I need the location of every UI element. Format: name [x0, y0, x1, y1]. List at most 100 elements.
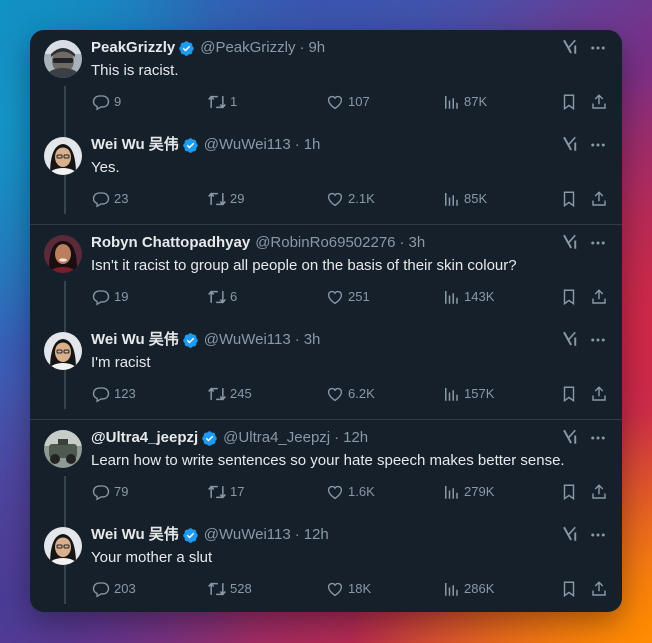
more-icon[interactable]: [588, 233, 608, 253]
reply-button[interactable]: 23: [91, 189, 128, 209]
timestamp[interactable]: 12h: [343, 429, 368, 447]
share-button[interactable]: [589, 189, 609, 209]
bookmark-button[interactable]: [559, 189, 579, 209]
author-handle[interactable]: @WuWei113: [204, 136, 291, 154]
view-count: 279K: [464, 484, 495, 499]
grok-icon[interactable]: [560, 524, 580, 544]
tweet[interactable]: Wei Wu 吴伟 @WuWei113 · 3h I'm racist 123: [30, 322, 622, 419]
view-count: 157K: [464, 386, 495, 401]
tweet-actions: 123 245 6.2K 157K: [91, 384, 622, 404]
retweet-button[interactable]: 1: [207, 92, 237, 112]
tweet-text: This is racist.: [91, 62, 179, 79]
bookmark-button[interactable]: [559, 92, 579, 112]
more-icon[interactable]: [588, 525, 608, 545]
tweet[interactable]: @Ultra4_jeepzj @Ultra4_Jeepzj · 12h Lear…: [30, 420, 622, 517]
views-button[interactable]: 143K: [441, 287, 494, 307]
views-button[interactable]: 87K: [441, 92, 487, 112]
avatar[interactable]: [44, 332, 82, 370]
avatar[interactable]: [44, 235, 82, 273]
author-name[interactable]: Wei Wu 吴伟: [91, 331, 179, 349]
timestamp[interactable]: 1h: [304, 136, 321, 154]
author-handle[interactable]: @PeakGrizzly: [200, 39, 295, 57]
avatar[interactable]: [44, 527, 82, 565]
thread: PeakGrizzly @PeakGrizzly · 9h This is ra…: [30, 30, 622, 224]
reply-button[interactable]: 203: [91, 579, 136, 599]
author-name[interactable]: PeakGrizzly: [91, 39, 175, 57]
tweet[interactable]: Robyn Chattopadhyay @RobinRo69502276 · 3…: [30, 225, 622, 322]
author-name[interactable]: Robyn Chattopadhyay: [91, 234, 250, 252]
verified-badge-icon: [201, 430, 218, 447]
author-name[interactable]: @Ultra4_jeepzj: [91, 429, 198, 447]
like-button[interactable]: 18K: [325, 579, 371, 599]
timestamp[interactable]: 3h: [409, 234, 426, 252]
like-button[interactable]: 107: [325, 92, 370, 112]
grok-icon[interactable]: [560, 232, 580, 252]
author-name[interactable]: Wei Wu 吴伟: [91, 136, 179, 154]
bookmark-button[interactable]: [559, 287, 579, 307]
retweet-button[interactable]: 29: [207, 189, 244, 209]
like-button[interactable]: 2.1K: [325, 189, 375, 209]
retweet-icon: [207, 92, 227, 112]
like-button[interactable]: 1.6K: [325, 482, 375, 502]
tweet[interactable]: PeakGrizzly @PeakGrizzly · 9h This is ra…: [30, 30, 622, 127]
more-icon[interactable]: [588, 428, 608, 448]
views-button[interactable]: 279K: [441, 482, 494, 502]
tweet[interactable]: Wei Wu 吴伟 @WuWei113 · 1h Yes. 23 29 2.1K…: [30, 127, 622, 224]
more-icon[interactable]: [588, 135, 608, 155]
grok-icon[interactable]: [560, 427, 580, 447]
separator-dot: ·: [399, 234, 405, 251]
share-button[interactable]: [589, 384, 609, 404]
avatar[interactable]: [44, 40, 82, 78]
bookmark-button[interactable]: [559, 579, 579, 599]
views-button[interactable]: 157K: [441, 384, 494, 404]
verified-badge-icon: [178, 40, 195, 57]
author-handle[interactable]: @WuWei113: [204, 331, 291, 349]
share-button[interactable]: [589, 579, 609, 599]
retweet-button[interactable]: 17: [207, 482, 244, 502]
more-icon[interactable]: [588, 330, 608, 350]
tweet[interactable]: Wei Wu 吴伟 @WuWei113 · 12h Your mother a …: [30, 517, 622, 612]
share-button[interactable]: [589, 92, 609, 112]
views-button[interactable]: 286K: [441, 579, 494, 599]
reply-button[interactable]: 79: [91, 482, 128, 502]
avatar[interactable]: [44, 430, 82, 468]
grok-icon[interactable]: [560, 329, 580, 349]
share-button[interactable]: [589, 287, 609, 307]
timestamp[interactable]: 12h: [304, 526, 329, 544]
author-handle[interactable]: @WuWei113: [204, 526, 291, 544]
author-handle[interactable]: @RobinRo69502276: [255, 234, 395, 252]
author-handle[interactable]: @Ultra4_Jeepzj: [223, 429, 330, 447]
grok-icon[interactable]: [560, 134, 580, 154]
reply-count: 9: [114, 94, 122, 109]
separator-dot: ·: [334, 429, 340, 446]
timestamp[interactable]: 9h: [308, 39, 325, 57]
retweet-button[interactable]: 6: [207, 287, 237, 307]
like-count: 1.6K: [348, 484, 375, 499]
reply-button[interactable]: 9: [91, 92, 121, 112]
reply-icon: [91, 384, 111, 404]
grok-icon[interactable]: [560, 37, 580, 57]
reply-count: 23: [114, 191, 129, 206]
share-button[interactable]: [589, 482, 609, 502]
timestamp[interactable]: 3h: [304, 331, 321, 349]
views-icon: [441, 384, 461, 404]
retweet-button[interactable]: 245: [207, 384, 252, 404]
share-icon: [589, 287, 609, 307]
author-name[interactable]: Wei Wu 吴伟: [91, 526, 179, 544]
like-button[interactable]: 6.2K: [325, 384, 375, 404]
view-count: 143K: [464, 289, 495, 304]
like-button[interactable]: 251: [325, 287, 370, 307]
bookmark-button[interactable]: [559, 482, 579, 502]
retweet-icon: [207, 482, 227, 502]
avatar[interactable]: [44, 137, 82, 175]
more-icon[interactable]: [588, 38, 608, 58]
views-button[interactable]: 85K: [441, 189, 487, 209]
view-count: 87K: [464, 94, 488, 109]
reply-button[interactable]: 123: [91, 384, 136, 404]
reply-button[interactable]: 19: [91, 287, 128, 307]
like-count: 18K: [348, 581, 372, 596]
retweet-button[interactable]: 528: [207, 579, 252, 599]
like-icon: [325, 482, 345, 502]
view-count: 286K: [464, 581, 495, 596]
bookmark-button[interactable]: [559, 384, 579, 404]
